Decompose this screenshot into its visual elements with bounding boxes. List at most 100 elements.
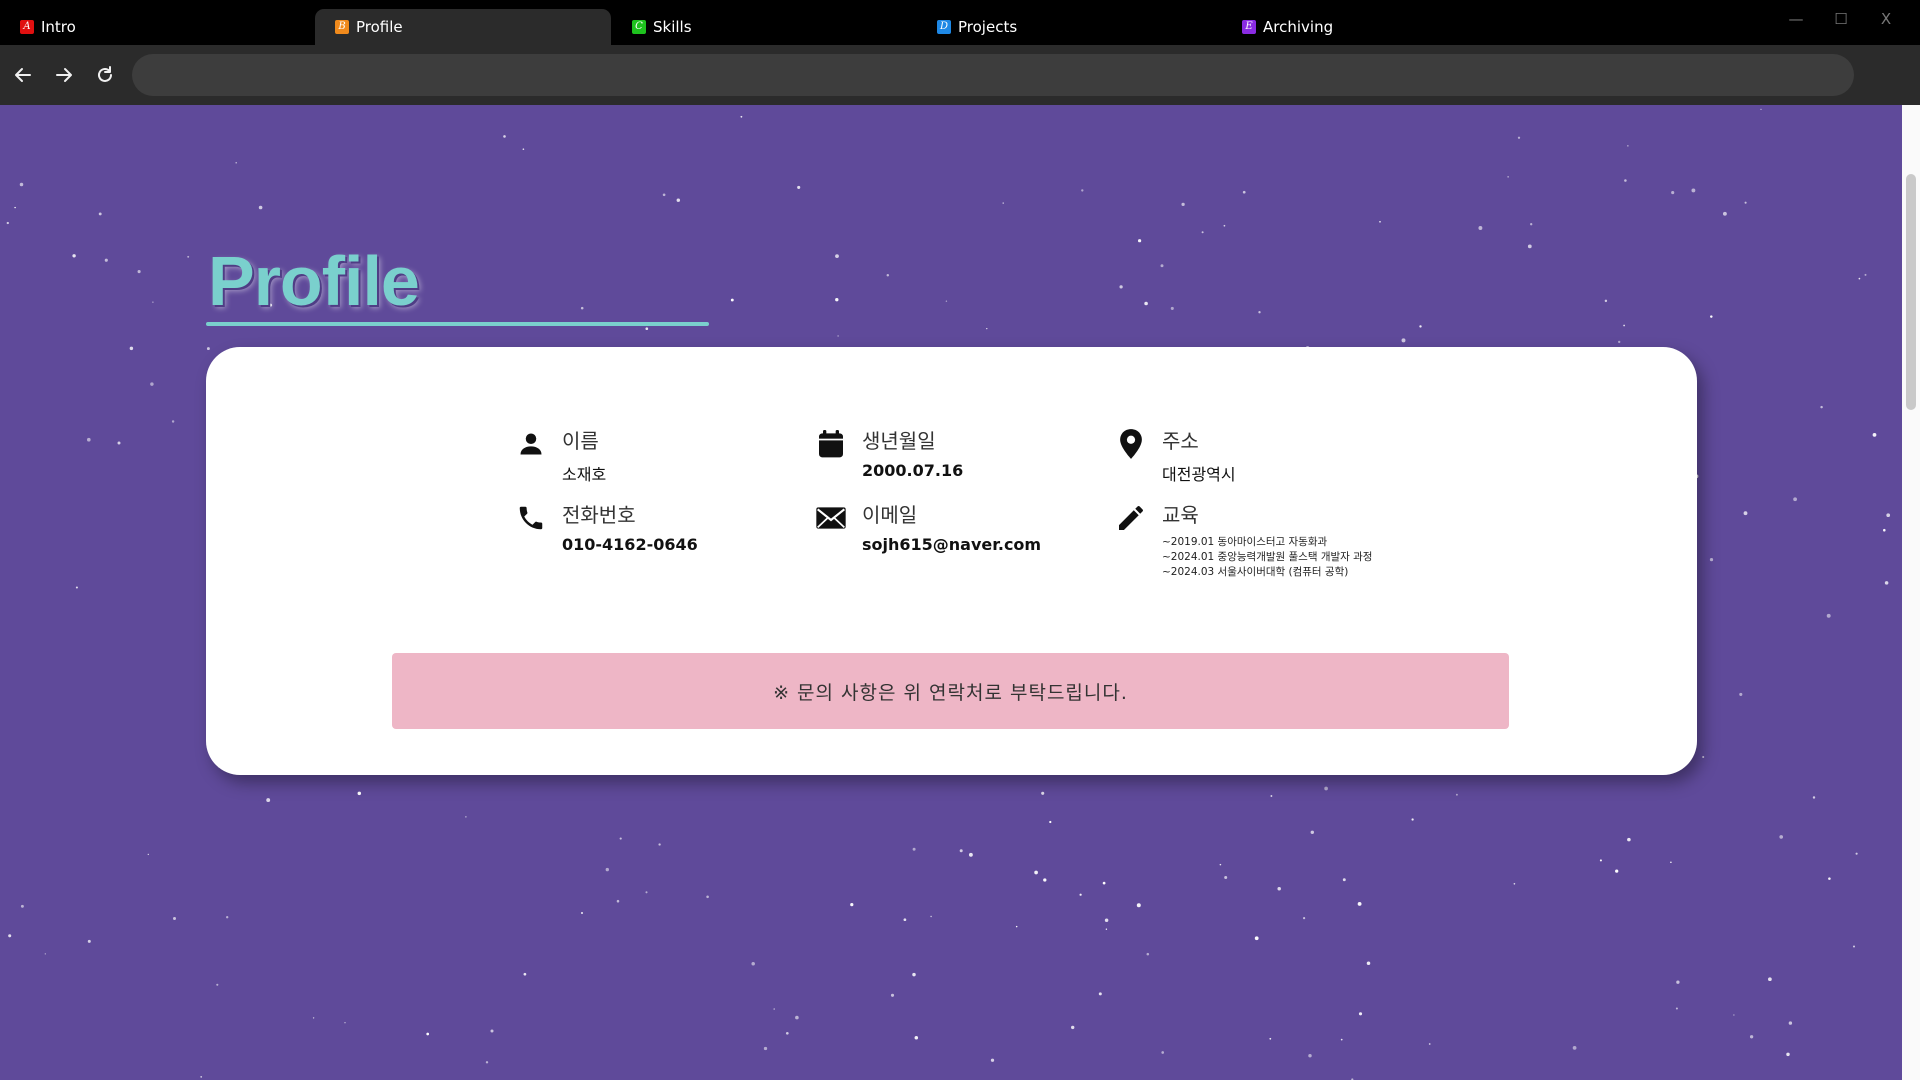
star: [1513, 882, 1516, 885]
star: [785, 1031, 789, 1035]
star: [751, 961, 755, 966]
star: [1043, 878, 1047, 882]
star: [137, 270, 141, 274]
star: [890, 993, 895, 997]
address-value: 대전광역시: [1162, 465, 1236, 484]
profile-card: 이름 소재호 생년월일 2000.07.16 주소 대전광역시 전화번호 010…: [206, 347, 1697, 775]
star: [616, 899, 620, 903]
forward-button[interactable]: [51, 62, 77, 88]
star: [1138, 239, 1142, 243]
star: [1342, 878, 1346, 882]
star: [959, 849, 963, 853]
star: [1041, 791, 1045, 795]
profile-favicon-icon: B: [335, 20, 349, 34]
star: [1872, 433, 1877, 437]
star: [619, 837, 622, 840]
star: [1098, 992, 1102, 996]
star: [152, 301, 154, 303]
star: [1401, 338, 1406, 343]
star: [1691, 188, 1696, 193]
star: [676, 198, 681, 202]
star: [903, 918, 907, 922]
star: [1739, 692, 1743, 696]
star: [1828, 877, 1831, 880]
star: [19, 182, 24, 187]
star: [1358, 1012, 1363, 1016]
scrollbar-thumb[interactable]: [1906, 174, 1916, 410]
tab-intro-label: Intro: [41, 18, 76, 36]
star: [1478, 226, 1483, 230]
star: [1820, 405, 1823, 409]
star: [344, 1022, 346, 1024]
back-button[interactable]: [10, 62, 36, 88]
star: [1722, 211, 1727, 216]
star: [1136, 903, 1141, 908]
star: [117, 441, 121, 445]
tab-profile[interactable]: B Profile: [315, 9, 611, 45]
star: [1277, 886, 1281, 891]
email-value: sojh615@naver.com: [862, 535, 1042, 554]
star: [763, 1046, 768, 1051]
star: [886, 273, 890, 277]
info-address: 주소 대전광역시: [1114, 427, 1236, 485]
star: [730, 298, 734, 302]
star: [1864, 273, 1867, 276]
star: [1161, 1051, 1165, 1054]
tab-bar: A Intro B Profile C Skills D Projects E …: [0, 0, 1920, 45]
tab-skills[interactable]: C Skills: [612, 9, 912, 45]
phone-value: 010-4162-0646: [562, 535, 698, 554]
star: [1455, 793, 1458, 796]
star: [1419, 325, 1422, 328]
star: [1852, 945, 1856, 948]
star: [1160, 264, 1164, 268]
reload-button[interactable]: [92, 62, 118, 88]
star: [1181, 202, 1185, 207]
tab-archiving[interactable]: E Archiving: [1222, 9, 1522, 45]
browser-toolbar: [0, 45, 1920, 105]
star: [1671, 191, 1675, 195]
star: [1858, 277, 1861, 280]
star: [6, 221, 9, 225]
star: [1733, 1014, 1735, 1016]
star: [968, 852, 973, 857]
star: [426, 1032, 430, 1036]
close-button[interactable]: X: [1866, 10, 1906, 28]
star: [1357, 901, 1362, 906]
address-bar[interactable]: [132, 54, 1854, 96]
star: [1219, 863, 1222, 866]
reload-icon: [98, 66, 112, 82]
tab-profile-label: Profile: [356, 18, 403, 36]
star: [1627, 145, 1629, 147]
star: [1258, 311, 1261, 314]
star: [1270, 795, 1273, 797]
title-underline: [206, 322, 709, 326]
name-value: 소재호: [562, 465, 607, 484]
star: [235, 162, 237, 164]
tab-intro[interactable]: A Intro: [0, 9, 310, 45]
star: [1788, 1021, 1793, 1025]
star: [795, 1015, 799, 1020]
minimize-button[interactable]: —: [1776, 10, 1816, 28]
page-title: Profile: [208, 242, 420, 320]
star: [1201, 231, 1204, 234]
tab-archiving-label: Archiving: [1263, 18, 1334, 36]
star: [129, 346, 134, 351]
birth-label: 생년월일: [862, 429, 936, 453]
star: [1144, 301, 1148, 306]
star: [1623, 324, 1625, 327]
star: [1340, 1038, 1343, 1041]
star: [1886, 513, 1891, 518]
star: [1366, 961, 1371, 965]
star: [912, 847, 916, 851]
maximize-button[interactable]: ☐: [1821, 10, 1861, 28]
star: [1855, 852, 1858, 855]
star: [258, 205, 263, 210]
star: [1779, 835, 1784, 839]
star: [216, 983, 219, 986]
star: [266, 798, 271, 803]
star: [1081, 189, 1084, 192]
calendar-icon: [814, 427, 848, 461]
star: [1105, 928, 1108, 930]
info-birth: 생년월일 2000.07.16: [814, 427, 963, 480]
tab-projects[interactable]: D Projects: [917, 9, 1217, 45]
